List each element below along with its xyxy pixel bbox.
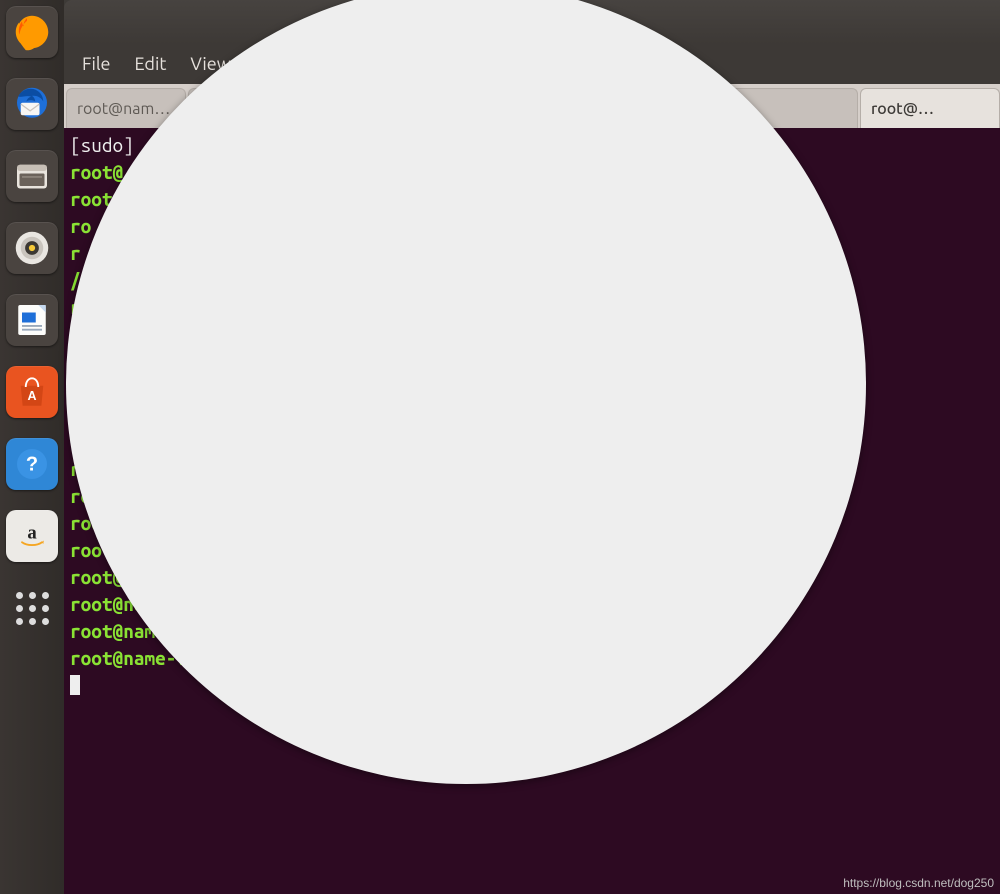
launcher-firefox[interactable] — [6, 6, 58, 58]
tab-label: root@nam… — [77, 100, 170, 118]
watermark: https://blog.csdn.net/dog250 — [843, 876, 994, 890]
terminal-cursor — [70, 675, 80, 695]
apps-grid-icon — [16, 592, 49, 625]
launcher-amazon[interactable]: a — [6, 510, 58, 562]
shopping-bag-icon: A — [12, 372, 52, 412]
terminal-tab-2[interactable]: root@… — [860, 88, 1000, 128]
menu-edit[interactable]: Edit — [127, 50, 175, 78]
show-applications-button[interactable] — [6, 582, 58, 634]
speaker-icon — [12, 228, 52, 268]
launcher-files[interactable] — [6, 150, 58, 202]
svg-text:a: a — [27, 523, 37, 544]
launcher-libreoffice-writer[interactable] — [6, 294, 58, 346]
svg-text:A: A — [27, 389, 36, 403]
help-icon: ? — [12, 444, 52, 484]
menu-file[interactable]: File — [74, 50, 119, 78]
tab-label: root@… — [871, 100, 934, 118]
launcher-rhythmbox[interactable] — [6, 222, 58, 274]
amazon-icon: a — [12, 516, 52, 556]
writer-icon — [12, 300, 52, 340]
firefox-icon — [12, 12, 52, 52]
launcher-software[interactable]: A — [6, 366, 58, 418]
launcher-dock: A ? a — [0, 0, 64, 894]
launcher-thunderbird[interactable] — [6, 78, 58, 130]
thunderbird-icon — [12, 84, 52, 124]
java-circle-frame-window[interactable] — [66, 0, 866, 784]
files-icon — [12, 156, 52, 196]
launcher-help[interactable]: ? — [6, 438, 58, 490]
svg-text:?: ? — [26, 453, 38, 475]
